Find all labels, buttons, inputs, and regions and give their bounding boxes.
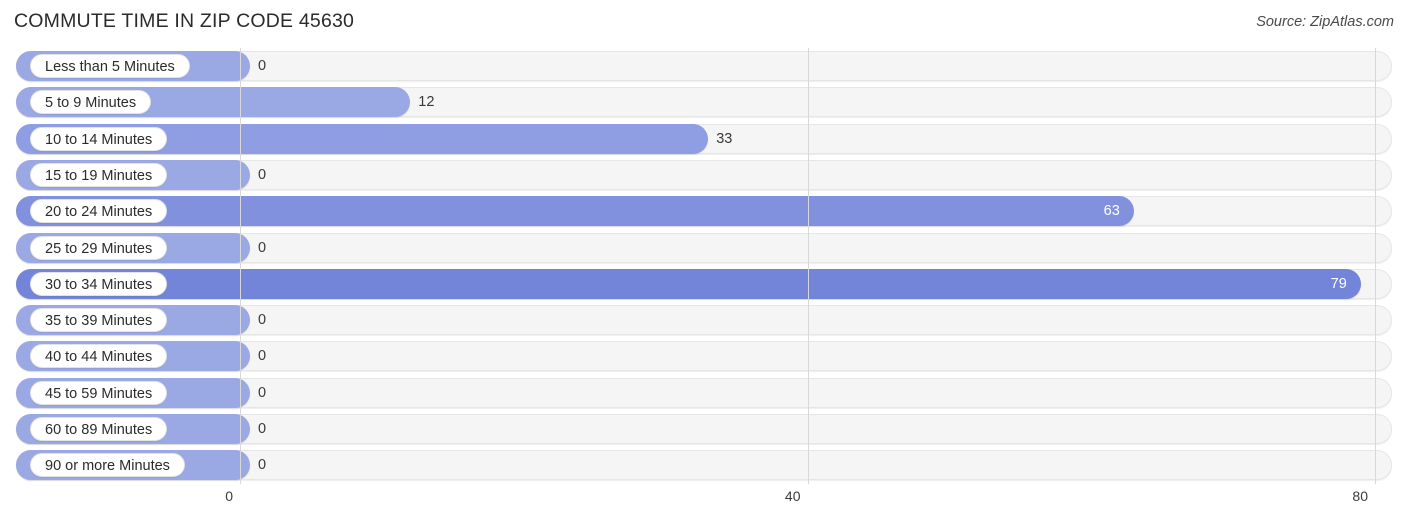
category-label: 60 to 89 Minutes (30, 417, 168, 441)
x-tick-label: 80 (1352, 488, 1368, 504)
bar-row[interactable]: 25 to 29 Minutes 0 (0, 231, 1406, 267)
chart-header: COMMUTE TIME IN ZIP CODE 45630 Source: Z… (0, 0, 1406, 46)
bar-row[interactable]: 40 to 44 Minutes 0 (0, 339, 1406, 375)
bar-row[interactable]: 45 to 59 Minutes 0 (0, 376, 1406, 412)
bar-value-label: 79 (1330, 275, 1347, 292)
category-label: 30 to 34 Minutes (30, 271, 168, 296)
bar-row[interactable]: 90 or more Minutes 0 (0, 448, 1406, 484)
bar-value-label: 0 (258, 384, 267, 401)
bar-row[interactable]: 60 to 89 Minutes 0 (0, 412, 1406, 448)
chart-container: COMMUTE TIME IN ZIP CODE 45630 Source: Z… (0, 0, 1406, 523)
bar-value-label: 0 (258, 58, 267, 74)
plot-area: Less than 5 Minutes 0 5 to 9 Minutes 12 10 t… (0, 48, 1406, 484)
bar-fill[interactable] (16, 268, 1361, 299)
category-label: 15 to 19 Minutes (30, 162, 168, 187)
category-label: 90 or more Minutes (30, 453, 185, 478)
bar-value-label: 0 (258, 166, 267, 183)
bar-row[interactable]: 5 to 9 Minutes 12 (0, 85, 1406, 121)
bar-value-label: 12 (418, 94, 435, 111)
bar-value-label: 33 (716, 130, 733, 147)
bar-value-label: 0 (258, 348, 267, 365)
x-tick-label: 40 (784, 488, 801, 504)
bar-row[interactable]: 20 to 24 Minutes 63 (0, 194, 1406, 230)
category-label: 40 to 44 Minutes (30, 344, 168, 369)
category-label: 20 to 24 Minutes (30, 199, 168, 224)
x-axis: 0 40 80 (0, 484, 1406, 523)
bar-rows: Less than 5 Minutes 0 5 to 9 Minutes 12 10 t… (0, 48, 1406, 484)
category-label: 35 to 39 Minutes (30, 308, 168, 333)
bar-value-label: 0 (258, 239, 267, 256)
category-label: 25 to 29 Minutes (30, 235, 168, 260)
page-title: COMMUTE TIME IN ZIP CODE 45630 (14, 10, 355, 32)
bar-row[interactable]: 35 to 39 Minutes 0 (0, 303, 1406, 339)
bar-fill[interactable] (16, 196, 1134, 227)
bar-value-label: 0 (258, 312, 267, 329)
bar-value-label: 0 (258, 421, 267, 437)
category-label: 5 to 9 Minutes (30, 90, 152, 115)
bar-row[interactable]: 10 to 14 Minutes 33 (0, 122, 1406, 158)
bar-row[interactable]: 15 to 19 Minutes 0 (0, 158, 1406, 194)
bar-row[interactable]: Less than 5 Minutes 0 (0, 49, 1406, 85)
bar-value-label: 63 (1103, 203, 1120, 220)
category-label: 45 to 59 Minutes (30, 380, 168, 405)
x-tick-label: 0 (225, 488, 233, 504)
bar-row[interactable]: 30 to 34 Minutes 79 (0, 267, 1406, 303)
category-label: 10 to 14 Minutes (30, 126, 168, 151)
bar-value-label: 0 (258, 457, 267, 474)
source-attribution: Source: ZipAtlas.com (1256, 14, 1394, 30)
category-label: Less than 5 Minutes (30, 54, 190, 78)
